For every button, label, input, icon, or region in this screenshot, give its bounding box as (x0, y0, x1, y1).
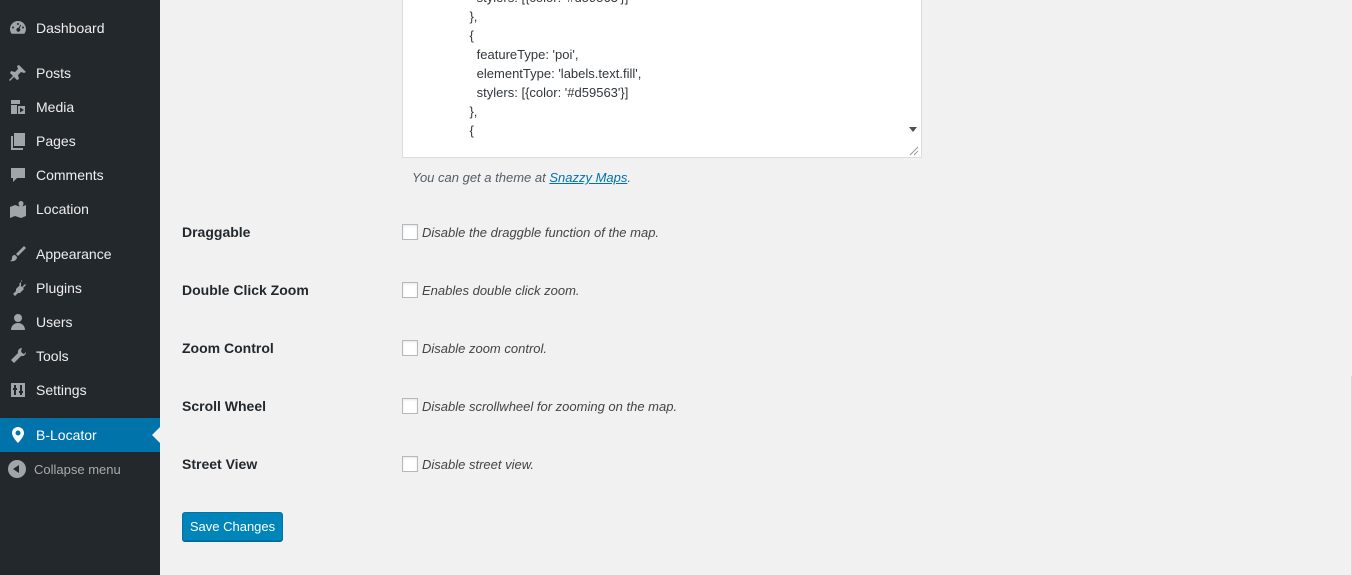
draggable-checkbox[interactable] (402, 224, 418, 240)
sidebar-item-label: Comments (36, 167, 104, 183)
sidebar-item-tools[interactable]: Tools (0, 339, 160, 373)
draggable-label: Draggable (182, 224, 251, 240)
scroll-wheel-description: Disable scrollwheel for zooming on the m… (422, 399, 678, 414)
admin-sidebar: Dashboard Posts Media Pages Comments Loc… (0, 0, 160, 575)
double-click-zoom-checkbox[interactable] (402, 282, 418, 298)
media-icon (0, 90, 36, 124)
scroll-down-arrow-icon[interactable] (909, 127, 917, 132)
map-style-code: stylers: [{color: '#d59563'}] }, { featu… (469, 0, 642, 138)
wrench-icon (0, 339, 36, 373)
double-click-zoom-label: Double Click Zoom (182, 282, 309, 298)
sidebar-item-comments[interactable]: Comments (0, 158, 160, 192)
scroll-wheel-label: Scroll Wheel (182, 398, 267, 414)
sidebar-item-settings[interactable]: Settings (0, 373, 160, 407)
location-map-icon (0, 192, 36, 226)
pin-icon (0, 56, 36, 90)
street-view-checkbox[interactable] (402, 456, 418, 472)
street-view-description: Disable street view. (422, 457, 534, 472)
dashboard-icon (0, 11, 36, 45)
sidebar-item-appearance[interactable]: Appearance (0, 237, 160, 271)
zoom-control-label: Zoom Control (182, 340, 274, 356)
double-click-zoom-description: Enables double click zoom. (422, 283, 580, 298)
sidebar-item-plugins[interactable]: Plugins (0, 271, 160, 305)
sidebar-item-label: Dashboard (36, 20, 105, 36)
textarea-scrollbar[interactable] (904, 0, 921, 157)
draggable-description: Disable the draggble function of the map… (422, 225, 660, 240)
sidebar-item-label: Settings (36, 382, 87, 398)
settings-sliders-icon (0, 373, 36, 407)
sidebar-item-label: Appearance (36, 246, 112, 262)
main-content: stylers: [{color: '#d59563'}] }, { featu… (160, 0, 1352, 575)
sidebar-item-posts[interactable]: Posts (0, 56, 160, 90)
sidebar-item-media[interactable]: Media (0, 90, 160, 124)
sidebar-item-users[interactable]: Users (0, 305, 160, 339)
sidebar-item-label: Location (36, 201, 89, 217)
sidebar-item-label: Tools (36, 348, 69, 364)
comment-icon (0, 158, 36, 192)
sidebar-item-location[interactable]: Location (0, 192, 160, 226)
pages-icon (0, 124, 36, 158)
sidebar-item-label: Plugins (36, 280, 82, 296)
sidebar-item-label: Posts (36, 65, 72, 81)
user-icon (0, 305, 36, 339)
theme-hint: You can get a theme at Snazzy Maps. (412, 170, 631, 185)
brush-icon (0, 237, 36, 271)
save-changes-button[interactable]: Save Changes (182, 512, 283, 541)
sidebar-item-pages[interactable]: Pages (0, 124, 160, 158)
collapse-arrow-icon (0, 452, 34, 486)
scroll-wheel-checkbox[interactable] (402, 398, 418, 414)
hint-text: You can get a theme at (412, 170, 550, 185)
zoom-control-description: Disable zoom control. (422, 341, 547, 356)
collapse-menu-label: Collapse menu (34, 461, 121, 477)
plugin-icon (0, 271, 36, 305)
sidebar-item-label: Media (36, 99, 75, 115)
hint-suffix: . (627, 170, 631, 185)
map-pin-icon (0, 418, 36, 452)
sidebar-item-dashboard[interactable]: Dashboard (0, 11, 160, 45)
snazzy-maps-link[interactable]: Snazzy Maps (549, 170, 627, 185)
sidebar-item-label: Pages (36, 133, 76, 149)
sidebar-item-label: Users (36, 314, 73, 330)
collapse-menu-button[interactable]: Collapse menu (0, 452, 160, 486)
resize-grip-icon[interactable] (909, 146, 919, 156)
sidebar-item-label: B-Locator (36, 427, 97, 443)
sidebar-item-b-locator[interactable]: B-Locator (0, 418, 160, 452)
map-style-textarea[interactable]: stylers: [{color: '#d59563'}] }, { featu… (402, 0, 922, 158)
street-view-label: Street View (182, 456, 258, 472)
zoom-control-checkbox[interactable] (402, 340, 418, 356)
